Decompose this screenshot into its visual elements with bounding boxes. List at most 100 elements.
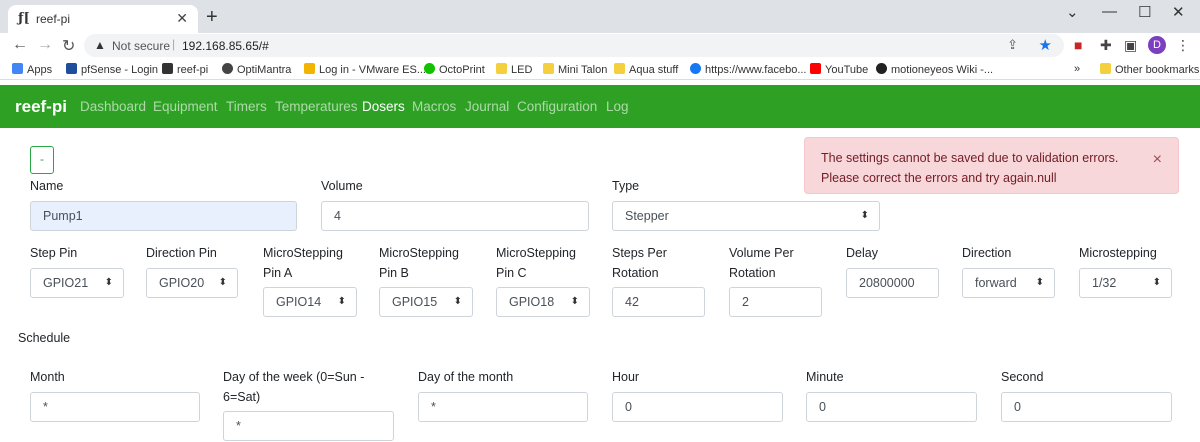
day-of-week-label: Day of the week (0=Sun - 6=Sat) bbox=[223, 370, 365, 404]
day-of-month-input[interactable]: * bbox=[418, 392, 588, 422]
bookmark-led[interactable]: LED bbox=[496, 63, 532, 76]
bookmark-label: reef-pi bbox=[177, 64, 209, 76]
nav-temperatures[interactable]: Temperatures bbox=[275, 99, 358, 114]
profile-avatar[interactable]: D bbox=[1148, 36, 1166, 54]
volume-per-rotation-label: Volume Per Rotation bbox=[729, 246, 794, 280]
bookmark-label: Aqua stuff bbox=[629, 64, 679, 76]
bookmark-label: Other bookmarks bbox=[1115, 64, 1200, 76]
microstepping-pin-b-select[interactable]: GPIO15 ⬍ bbox=[379, 287, 473, 317]
direction-pin-select[interactable]: GPIO20 ⬍ bbox=[146, 268, 238, 298]
pfsense-icon bbox=[66, 63, 77, 74]
bookmark-youtube[interactable]: YouTube bbox=[810, 63, 868, 76]
microstepping-label: Microstepping bbox=[1079, 246, 1157, 260]
extensions-puzzle-icon[interactable]: ✚ bbox=[1100, 37, 1112, 54]
alert-close-icon[interactable]: × bbox=[1153, 150, 1162, 170]
step-pin-value: GPIO21 bbox=[43, 276, 89, 290]
window-close-icon[interactable]: ✕ bbox=[1172, 3, 1185, 21]
delay-input[interactable]: 20800000 bbox=[846, 268, 939, 298]
back-icon[interactable]: ← bbox=[12, 36, 28, 54]
octoprint-icon bbox=[424, 63, 435, 74]
volume-per-rotation-input[interactable]: 2 bbox=[729, 287, 822, 317]
minimize-icon[interactable]: — bbox=[1102, 3, 1117, 20]
security-indicator[interactable]: Not secure bbox=[112, 39, 170, 53]
bookmark-optimantra[interactable]: OptiMantra bbox=[222, 63, 291, 76]
microstepping-pin-a-label: MicroStepping Pin A bbox=[263, 246, 343, 280]
nav-dosers[interactable]: Dosers bbox=[362, 99, 405, 114]
microstepping-select[interactable]: 1/32 ⬍ bbox=[1079, 268, 1172, 298]
nav-dashboard[interactable]: Dashboard bbox=[80, 99, 146, 114]
maximize-icon[interactable]: ☐ bbox=[1138, 3, 1151, 21]
menu-kebab-icon[interactable]: ⋮ bbox=[1176, 37, 1190, 54]
browser-toolbar: ← → ↻ ▲ Not secure | 192.168.85.65/# ⇪ ★ bbox=[0, 33, 1200, 59]
warning-icon[interactable]: ▲ bbox=[94, 38, 106, 52]
second-label: Second bbox=[1001, 370, 1044, 384]
hour-label: Hour bbox=[612, 370, 640, 384]
bookmark-apps[interactable]: Apps bbox=[12, 63, 52, 76]
tab-title: reef-pi bbox=[36, 12, 71, 26]
bookmark-label: Apps bbox=[27, 64, 53, 76]
volume-input[interactable]: 4 bbox=[321, 201, 589, 231]
facebook-icon bbox=[690, 63, 701, 74]
more-bookmarks-icon[interactable]: » bbox=[1074, 63, 1080, 75]
nav-journal[interactable]: Journal bbox=[465, 99, 509, 114]
nav-macros[interactable]: Macros bbox=[412, 99, 456, 114]
microstepping-pin-a-select[interactable]: GPIO14 ⬍ bbox=[263, 287, 357, 317]
select-caret-icon: ⬍ bbox=[570, 296, 579, 307]
hour-input[interactable]: 0 bbox=[612, 392, 783, 422]
bookmark-mini-talon[interactable]: Mini Talon bbox=[543, 63, 607, 76]
bookmark-other[interactable]: Other bookmarks bbox=[1100, 63, 1199, 76]
bookmark-reef-pi[interactable]: reef-pi bbox=[162, 63, 208, 76]
bookmark-facebook[interactable]: https://www.facebo... bbox=[690, 63, 807, 76]
select-caret-icon: ⬍ bbox=[337, 296, 346, 307]
collapse-button[interactable]: - bbox=[30, 146, 54, 174]
minute-input[interactable]: 0 bbox=[806, 392, 977, 422]
type-value: Stepper bbox=[625, 209, 669, 223]
forward-icon[interactable]: → bbox=[37, 36, 53, 54]
bookmark-aqua-stuff[interactable]: Aqua stuff bbox=[614, 63, 678, 76]
folder-icon bbox=[496, 63, 507, 74]
select-caret-icon: ⬍ bbox=[1035, 277, 1044, 288]
month-input[interactable]: * bbox=[30, 392, 200, 422]
tab-close-icon[interactable]: ✕ bbox=[176, 10, 188, 27]
bookmark-motioneyeos[interactable]: motioneyeos Wiki -... bbox=[876, 63, 993, 76]
name-input[interactable]: Pump1 bbox=[30, 201, 297, 231]
nav-configuration[interactable]: Configuration bbox=[517, 99, 597, 114]
name-label: Name bbox=[30, 179, 64, 193]
type-select[interactable]: Stepper ⬍ bbox=[612, 201, 880, 231]
second-input[interactable]: 0 bbox=[1001, 392, 1172, 422]
url-text[interactable]: 192.168.85.65/# bbox=[182, 39, 269, 53]
bookmark-star-icon[interactable]: ★ bbox=[1039, 36, 1052, 54]
url-separator: | bbox=[172, 37, 176, 51]
microstepping-pin-b-value: GPIO15 bbox=[392, 295, 438, 309]
tab-search-icon[interactable]: ⌄ bbox=[1066, 3, 1079, 21]
error-alert: The settings cannot be saved due to vali… bbox=[804, 137, 1179, 194]
bookmark-label: OptiMantra bbox=[237, 64, 292, 76]
type-label: Type bbox=[612, 179, 640, 193]
nav-timers[interactable]: Timers bbox=[226, 99, 267, 114]
bookmark-pfsense[interactable]: pfSense - Login bbox=[66, 63, 158, 76]
reload-icon[interactable]: ↻ bbox=[62, 36, 75, 56]
nav-log[interactable]: Log bbox=[606, 99, 629, 114]
folder-icon bbox=[543, 63, 554, 74]
step-pin-label: Step Pin bbox=[30, 246, 78, 260]
direction-value: forward bbox=[975, 276, 1017, 290]
address-bar[interactable]: ▲ Not secure | 192.168.85.65/# ⇪ ★ bbox=[84, 34, 1064, 57]
direction-pin-label: Direction Pin bbox=[146, 246, 217, 260]
direction-select[interactable]: forward ⬍ bbox=[962, 268, 1055, 298]
browser-tab[interactable]: ƒ[ reef-pi ✕ bbox=[8, 5, 198, 33]
bookmark-octoprint[interactable]: OctoPrint bbox=[424, 63, 485, 76]
bookmark-vmware[interactable]: Log in - VMware ES... bbox=[304, 63, 426, 76]
step-pin-select[interactable]: GPIO21 ⬍ bbox=[30, 268, 124, 298]
side-panel-icon[interactable]: ▣ bbox=[1124, 37, 1137, 54]
microstepping-value: 1/32 bbox=[1092, 276, 1117, 290]
microstepping-pin-c-select[interactable]: GPIO18 ⬍ bbox=[496, 287, 590, 317]
brand-logo[interactable]: reef-pi bbox=[15, 97, 67, 117]
new-tab-icon[interactable]: + bbox=[206, 6, 218, 29]
share-icon[interactable]: ⇪ bbox=[1007, 37, 1018, 53]
steps-per-rotation-input[interactable]: 42 bbox=[612, 287, 705, 317]
bookmark-label: https://www.facebo... bbox=[705, 64, 807, 76]
extension-icon[interactable]: ■ bbox=[1074, 37, 1082, 53]
day-of-week-input[interactable]: * bbox=[223, 411, 394, 441]
nav-equipment[interactable]: Equipment bbox=[153, 99, 218, 114]
youtube-icon bbox=[810, 63, 821, 74]
